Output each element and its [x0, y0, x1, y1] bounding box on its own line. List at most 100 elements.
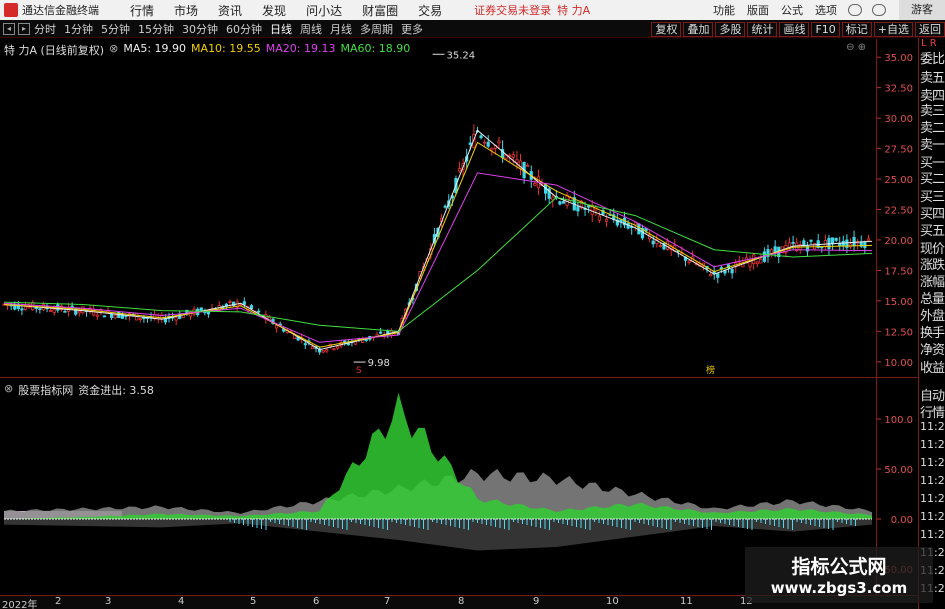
ma5-label: MA5: 19.90	[123, 42, 187, 55]
period-1min[interactable]: 1分钟	[60, 21, 97, 37]
tool-return-button[interactable]: 返回	[915, 21, 945, 37]
tool-f10-button[interactable]: F10	[811, 21, 840, 37]
candle-body	[834, 238, 838, 241]
quote-field-label: 收益	[920, 361, 945, 376]
menu-item-market[interactable]: 市场	[164, 2, 208, 19]
indicator-settings-icon[interactable]: ⊗	[4, 382, 13, 398]
date-tick-label: 11	[680, 596, 693, 607]
candle-body	[719, 267, 723, 269]
app-logo-icon	[4, 3, 18, 17]
period-60min[interactable]: 60分钟	[222, 21, 266, 37]
candle-body	[274, 325, 279, 329]
menu-item-news[interactable]: 资讯	[208, 2, 252, 19]
candle-body	[332, 348, 336, 351]
period-monthly[interactable]: 月线	[326, 21, 356, 37]
kline-chart[interactable]: 35.00 32.50 30.00 27.50 25.00 22.50 20.00 17.50…	[0, 39, 918, 378]
date-tick-label: 7	[384, 596, 391, 607]
y-tick-label: 27.50	[884, 145, 913, 156]
back-icon[interactable]: ◂	[3, 22, 15, 35]
settings-icon[interactable]: ⊗	[109, 42, 118, 58]
period-daily[interactable]: 日线	[266, 21, 296, 37]
candle-body	[335, 346, 340, 349]
candle-body	[163, 318, 168, 323]
date-tick-label: 2022年	[2, 600, 38, 609]
tool-draw-button[interactable]: 画线	[779, 21, 810, 37]
candle-body	[490, 147, 494, 151]
candle-body	[533, 183, 537, 186]
quote-field-label: 行情	[920, 406, 945, 421]
candle-body	[138, 318, 142, 320]
candle-body	[364, 339, 368, 341]
stock-name: 特 力A	[557, 4, 591, 17]
period-5min[interactable]: 5分钟	[97, 21, 134, 37]
forward-icon[interactable]: ▸	[18, 22, 30, 35]
tool-stats-button[interactable]: 统计	[747, 21, 778, 37]
tool-multi-button[interactable]: 多股	[715, 21, 746, 37]
candle-body	[457, 168, 462, 172]
candle-body	[511, 154, 515, 158]
indicator-value: 资金进出: 3.58	[78, 384, 154, 397]
candle-body	[242, 301, 246, 305]
quote-field-label: 净资	[920, 343, 945, 358]
period-15min[interactable]: 15分钟	[134, 21, 178, 37]
annotation-label: 35.24	[447, 50, 476, 61]
menu-item-formula[interactable]: 公式	[775, 2, 809, 18]
candle-body	[113, 314, 117, 319]
period-30min[interactable]: 30分钟	[178, 21, 222, 37]
y-tick-label: 32.50	[884, 84, 913, 95]
annotation-label: 9.98	[368, 358, 390, 369]
menu-item-trade[interactable]: 交易	[408, 2, 452, 19]
main-menu: 行情 市场 资讯 发现 问小达 财富圈 交易	[120, 2, 452, 19]
menu-item-function[interactable]: 功能	[707, 2, 741, 18]
menu-item-ask[interactable]: 问小达	[296, 2, 352, 19]
period-multi[interactable]: 多周期	[356, 21, 397, 37]
tool-mark-button[interactable]: 标记	[841, 21, 872, 37]
quote-field-label: 委比	[920, 52, 945, 67]
y-tick-label: 100.0	[884, 415, 913, 426]
candle-body	[95, 314, 99, 317]
candle-body	[809, 239, 813, 242]
menu-item-quotes[interactable]: 行情	[120, 2, 164, 19]
candle-body	[759, 258, 763, 264]
watermark: 指标公式网 www.zbgs3.com	[745, 547, 933, 603]
candle-body	[708, 274, 713, 277]
menu-item-layout[interactable]: 版面	[741, 2, 775, 18]
tool-watchlist-button[interactable]: +自选	[873, 21, 913, 37]
period-intraday[interactable]: 分时	[30, 21, 60, 37]
candle-body	[102, 315, 107, 318]
login-status[interactable]: 证券交易未登录	[474, 2, 551, 18]
kline-panel[interactable]: 35.00 32.50 30.00 27.50 25.00 22.50 20.00 17.50…	[0, 39, 918, 378]
period-weekly[interactable]: 周线	[296, 21, 326, 37]
menu-item-discover[interactable]: 发现	[252, 2, 296, 19]
ma20-label: MA20: 19.13	[265, 42, 336, 55]
minimize-icon[interactable]	[872, 4, 886, 16]
watermark-url: www.zbgs3.com	[770, 579, 908, 597]
candle-body	[52, 308, 56, 313]
candle-body	[597, 215, 602, 221]
date-tick-label: 3	[105, 596, 112, 607]
tick-time: 11:2	[920, 438, 945, 451]
panel-window-icons[interactable]: ⊖ ⊕	[846, 42, 866, 53]
candle-body	[174, 316, 178, 321]
y-tick-label: 15.00	[884, 297, 913, 308]
notification-icon[interactable]	[848, 4, 862, 16]
ma10-label: MA10: 19.55	[191, 42, 261, 55]
tick-time: 11:2	[920, 528, 945, 541]
menu-item-options[interactable]: 选项	[809, 2, 843, 18]
period-more[interactable]: 更多	[397, 21, 427, 37]
candle-body	[852, 236, 856, 247]
tick-time: 11:2	[920, 456, 945, 469]
tick-time: 11:2	[920, 492, 945, 505]
quote-field-label: 买五	[920, 224, 945, 239]
candle-body	[508, 154, 512, 157]
candle-body	[651, 240, 655, 245]
tool-adjust-button[interactable]: 复权	[651, 21, 682, 37]
candle-body	[228, 301, 232, 303]
guest-button[interactable]: 游客	[899, 0, 945, 20]
tool-overlay-button[interactable]: 叠加	[683, 21, 714, 37]
menu-item-wealth[interactable]: 财富圈	[352, 2, 408, 19]
date-tick-label: 4	[178, 596, 185, 607]
quote-field-label: 卖五	[920, 71, 945, 86]
candle-body	[841, 240, 845, 247]
candle-body	[604, 219, 609, 222]
